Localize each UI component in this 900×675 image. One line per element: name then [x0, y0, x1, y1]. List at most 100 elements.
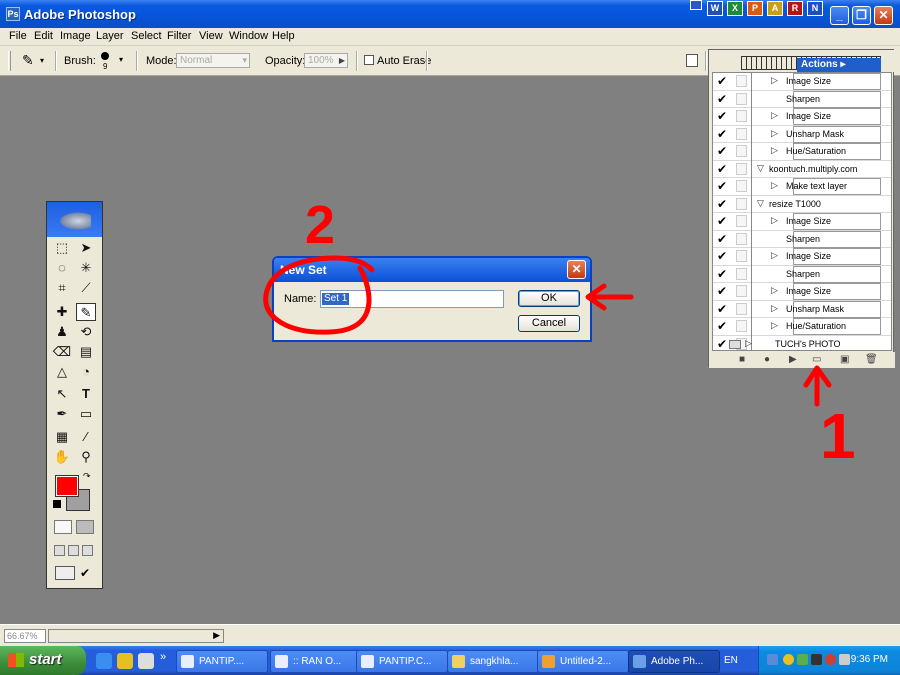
action-row[interactable]: ✔ ▷ TUCH's PHOTO: [713, 335, 891, 350]
collapsed-triangle-icon[interactable]: ▷: [771, 110, 778, 121]
foreground-color-swatch[interactable]: [55, 475, 79, 497]
brush-tip-icon[interactable]: [101, 52, 109, 60]
mode-select[interactable]: Normal ▾: [176, 53, 250, 68]
toggle-check-icon[interactable]: ✔: [717, 145, 729, 157]
tray-app-icon[interactable]: [825, 654, 836, 665]
toolbox-header[interactable]: [47, 202, 102, 237]
dialog-toggle-box[interactable]: [736, 145, 747, 157]
menu-select[interactable]: Select: [131, 30, 162, 42]
restore-button[interactable]: ❐: [852, 6, 871, 25]
edit-in-app-icon[interactable]: ✔: [80, 566, 94, 580]
collapsed-triangle-icon[interactable]: ▷: [771, 303, 778, 314]
clone-stamp-tool-icon[interactable]: ♟: [52, 323, 72, 341]
dialog-toggle-box[interactable]: [736, 197, 747, 210]
word-icon[interactable]: W: [707, 1, 723, 16]
dialog-toggle-box[interactable]: [736, 215, 747, 227]
minimize-button[interactable]: _: [830, 6, 849, 25]
pen-tool-icon[interactable]: ✒: [52, 405, 72, 423]
collapsed-triangle-icon[interactable]: ▷: [771, 180, 778, 191]
dialog-toggle-box[interactable]: [736, 110, 747, 122]
info-arrow-icon[interactable]: ▶: [213, 630, 220, 641]
magic-wand-tool-icon[interactable]: ✳: [76, 259, 96, 277]
red-app-icon[interactable]: R: [787, 1, 803, 16]
toggle-check-icon[interactable]: ✔: [717, 233, 729, 245]
stop-icon[interactable]: ■: [739, 354, 745, 365]
dialog-toggle-box[interactable]: [736, 232, 747, 245]
action-row[interactable]: ✔ Sharpen: [713, 265, 891, 283]
action-row[interactable]: ✔ ▷ Image Size: [713, 213, 891, 231]
shape-tool-icon[interactable]: ▭: [76, 405, 96, 423]
play-icon[interactable]: ▶: [789, 354, 797, 365]
collapsed-triangle-icon[interactable]: ▷: [771, 320, 778, 331]
dialog-toggle-box[interactable]: [736, 320, 747, 332]
toggle-check-icon[interactable]: ✔: [717, 163, 729, 175]
blur-tool-icon[interactable]: △: [52, 363, 72, 381]
history-brush-tool-icon[interactable]: ⟲: [76, 323, 96, 341]
expanded-triangle-icon[interactable]: ▽: [757, 198, 764, 209]
screen-mode-standard-icon[interactable]: [54, 545, 65, 556]
action-row[interactable]: ✔ ▷ Hue/Saturation: [713, 318, 891, 336]
taskbar-item-active[interactable]: Adobe Ph...: [628, 650, 720, 673]
screen-mode-full-menu-icon[interactable]: [68, 545, 79, 556]
ok-button[interactable]: OK: [518, 290, 580, 307]
action-row[interactable]: ✔ ▷ Unsharp Mask: [713, 125, 891, 143]
type-tool-icon[interactable]: T: [76, 385, 96, 403]
crop-tool-icon[interactable]: ⌗: [52, 279, 72, 297]
default-colors-icon[interactable]: [53, 500, 61, 508]
document-info[interactable]: ▶: [48, 629, 224, 643]
cancel-button[interactable]: Cancel: [518, 315, 580, 332]
taskbar-item[interactable]: sangkhla...: [447, 650, 539, 673]
network-app-icon[interactable]: N: [807, 1, 823, 16]
dialog-toggle-box[interactable]: [736, 92, 747, 105]
hand-tool-icon[interactable]: ✋: [52, 448, 72, 466]
toggle-check-icon[interactable]: ✔: [717, 93, 729, 105]
action-row[interactable]: ✔ Sharpen: [713, 90, 891, 108]
tray-app-icon[interactable]: [811, 654, 822, 665]
dialog-toggle-box[interactable]: [736, 250, 747, 262]
tab-actions[interactable]: Actions ▸: [797, 58, 881, 72]
dialog-toggle-box[interactable]: [736, 285, 747, 297]
slice-tool-icon[interactable]: ⟋: [76, 279, 96, 297]
record-icon[interactable]: ●: [764, 354, 770, 365]
options-grip[interactable]: [8, 51, 11, 71]
auto-erase-checkbox[interactable]: [364, 55, 374, 65]
dialog-close-button[interactable]: ✕: [567, 260, 586, 279]
collapsed-triangle-icon[interactable]: ▷: [771, 215, 778, 226]
zoom-tool-icon[interactable]: ⚲: [76, 448, 96, 466]
volume-icon[interactable]: [839, 654, 850, 665]
swap-colors-icon[interactable]: ↷: [83, 471, 91, 482]
taskbar-item[interactable]: Untitled-2...: [537, 650, 629, 673]
opacity-arrow-icon[interactable]: ▶: [339, 54, 345, 67]
expanded-triangle-icon[interactable]: ▽: [757, 163, 764, 174]
toggle-check-icon[interactable]: ✔: [717, 303, 729, 315]
menu-filter[interactable]: Filter: [167, 30, 191, 42]
dialog-toggle-box[interactable]: [736, 162, 747, 175]
dialog-toggle-box[interactable]: [736, 180, 747, 192]
toggle-check-icon[interactable]: ✔: [717, 128, 729, 140]
ie-icon[interactable]: [96, 653, 112, 669]
access-icon[interactable]: A: [767, 1, 783, 16]
pencil-tool-icon[interactable]: ✎: [76, 303, 96, 321]
dialog-toggle-box[interactable]: [736, 267, 747, 280]
toggle-check-icon[interactable]: ✔: [717, 320, 729, 332]
language-indicator[interactable]: EN: [724, 655, 738, 666]
media-icon[interactable]: [138, 653, 154, 669]
menu-layer[interactable]: Layer: [96, 30, 124, 42]
toggle-check-icon[interactable]: ✔: [717, 110, 729, 122]
collapsed-triangle-icon[interactable]: ▷: [771, 250, 778, 261]
marquee-tool-icon[interactable]: ⬚: [52, 239, 72, 257]
toggle-check-icon[interactable]: ✔: [717, 250, 729, 262]
jump-to-imageready-icon[interactable]: [55, 566, 75, 580]
toggle-check-icon[interactable]: ✔: [717, 338, 729, 350]
action-row[interactable]: ✔ ▷ Image Size: [713, 248, 891, 266]
excel-icon[interactable]: X: [727, 1, 743, 16]
action-row[interactable]: ✔ ▷ Image Size: [713, 73, 891, 91]
lasso-tool-icon[interactable]: ◌: [52, 259, 72, 277]
menu-image[interactable]: Image: [60, 30, 91, 42]
action-row[interactable]: ✔ ▷ Make text layer: [713, 178, 891, 196]
action-row[interactable]: ✔ ▷ Unsharp Mask: [713, 300, 891, 318]
new-set-icon[interactable]: ▭: [812, 354, 821, 365]
menu-file[interactable]: File: [9, 30, 27, 42]
taskbar-item[interactable]: PANTIP.C...: [356, 650, 448, 673]
eraser-tool-icon[interactable]: ⌫: [52, 343, 72, 361]
